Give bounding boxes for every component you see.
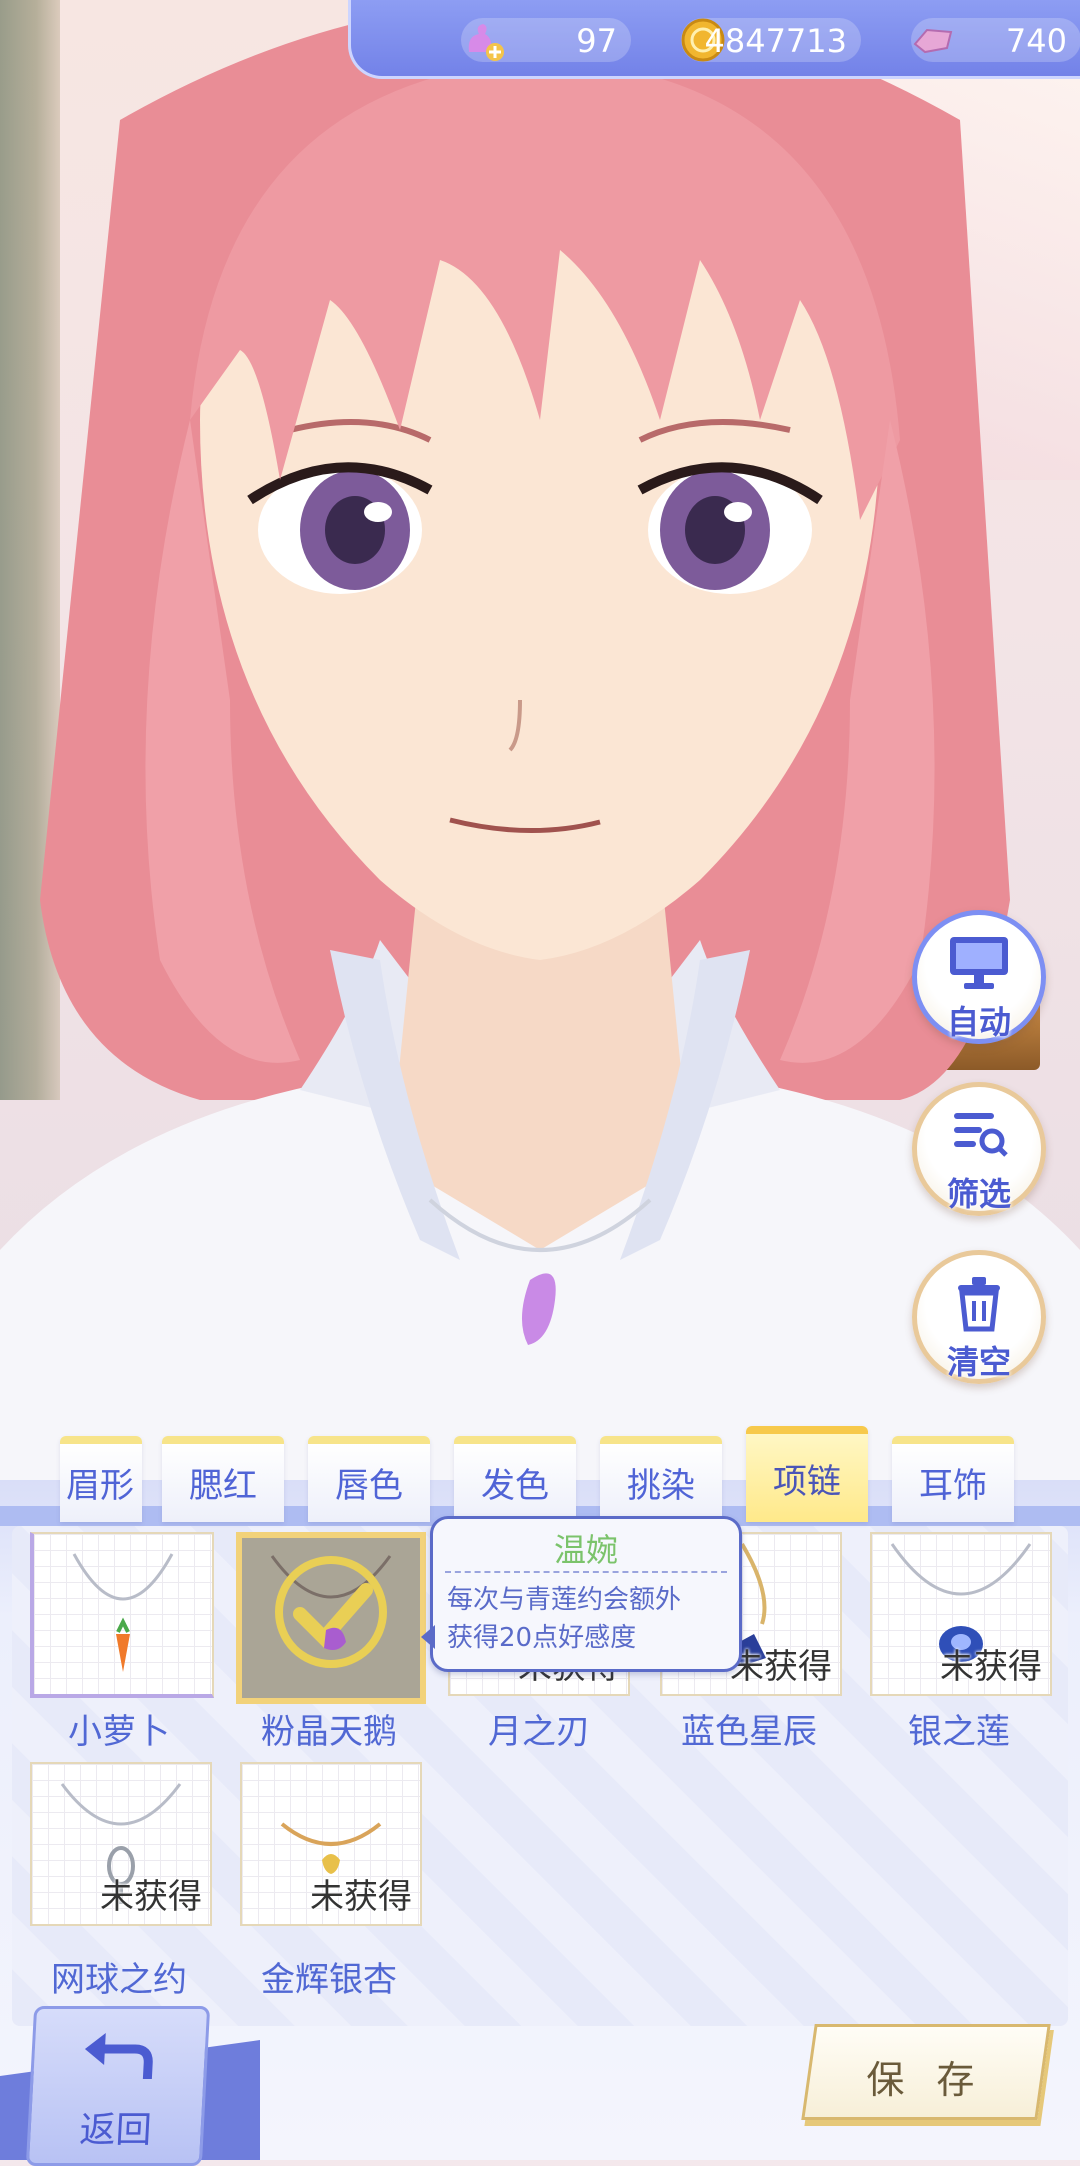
coin-counter: 4847713 — [681, 18, 861, 62]
item-name: 金辉银杏 — [261, 1960, 397, 2000]
swan-plus-icon — [468, 24, 504, 61]
clear-label: 清空 — [946, 1343, 1011, 1381]
item-card-tennis[interactable]: 未获得 — [30, 1762, 212, 1926]
item-name: 银之莲 — [908, 1712, 1010, 1752]
tab-brow[interactable]: 眉形 — [60, 1436, 142, 1522]
tab-hair-color[interactable]: 发色 — [454, 1436, 576, 1522]
crystal-counter: 740 — [911, 18, 1080, 62]
item-card-golden-ginkgo[interactable]: 未获得 — [240, 1762, 422, 1926]
not-obtained-label: 未获得 — [730, 1647, 832, 1687]
item-name: 蓝色星辰 — [681, 1712, 817, 1752]
tooltip-title: 温婉 — [553, 1531, 618, 1569]
save-button[interactable]: 保 存 — [801, 2024, 1051, 2120]
crystal-count: 740 — [1005, 22, 1067, 60]
filter-button[interactable]: 筛选 — [912, 1082, 1046, 1216]
filter-label: 筛选 — [946, 1175, 1011, 1213]
tab-label: 腮红 — [189, 1466, 257, 1506]
item-card-silver-lotus[interactable]: 未获得 — [870, 1532, 1052, 1696]
not-obtained-label: 未获得 — [940, 1647, 1042, 1687]
auto-label: 自动 — [946, 1003, 1011, 1041]
tooltip-divider — [445, 1571, 727, 1573]
trash-icon — [958, 1277, 1000, 1332]
back-button[interactable]: 返回 — [25, 2006, 211, 2166]
item-card-pink-swan[interactable] — [236, 1532, 426, 1704]
tab-necklace[interactable]: 项链 — [746, 1426, 868, 1522]
tab-label: 耳饰 — [919, 1466, 987, 1506]
save-label: 保 存 — [866, 2058, 985, 2102]
currency-bar: 97 4847713 740 — [348, 0, 1080, 79]
tooltip-desc-line2: 获得20点好感度 — [447, 1623, 637, 1653]
tab-label: 挑染 — [627, 1466, 695, 1506]
tab-lip-color[interactable]: 唇色 — [308, 1436, 430, 1522]
tooltip-desc-line1: 每次与青莲约会额外 — [447, 1585, 682, 1615]
coin-count: 4847713 — [704, 22, 847, 60]
tooltip-tail — [421, 1625, 435, 1649]
clear-button[interactable]: 清空 — [912, 1250, 1046, 1384]
carrot-necklace-icon — [72, 1553, 174, 1672]
auto-button[interactable]: 自动 — [912, 910, 1046, 1044]
swan-count: 97 — [576, 22, 617, 60]
tab-highlight[interactable]: 挑染 — [600, 1436, 722, 1522]
tab-label: 眉形 — [66, 1466, 134, 1506]
return-arrow-icon — [84, 2033, 153, 2079]
tab-label: 发色 — [481, 1466, 549, 1506]
tab-blush[interactable]: 腮红 — [162, 1436, 284, 1522]
item-name: 网球之约 — [51, 1960, 187, 2000]
back-label: 返回 — [78, 2110, 153, 2151]
item-tooltip: 温婉 每次与青莲约会额外 获得20点好感度 — [421, 1516, 742, 1672]
not-obtained-label: 未获得 — [100, 1877, 202, 1917]
selected-check-icon — [270, 1555, 392, 1668]
pink-crystal-icon — [913, 28, 953, 54]
tab-label: 唇色 — [335, 1466, 403, 1506]
category-tabs: 眉形 腮红 唇色 发色 挑染 项链 耳饰 — [60, 1426, 1080, 1522]
tab-earring[interactable]: 耳饰 — [892, 1436, 1014, 1522]
item-name: 月之刃 — [488, 1712, 590, 1752]
not-obtained-label: 未获得 — [310, 1877, 412, 1917]
filter-list-icon — [954, 1113, 1008, 1157]
tab-label: 项链 — [773, 1462, 841, 1502]
item-name: 粉晶天鹅 — [261, 1712, 397, 1752]
swan-counter[interactable]: 97 — [461, 18, 631, 62]
item-card-carrot[interactable] — [30, 1532, 214, 1698]
item-name: 小萝卜 — [68, 1712, 170, 1752]
monitor-icon — [950, 937, 1008, 989]
